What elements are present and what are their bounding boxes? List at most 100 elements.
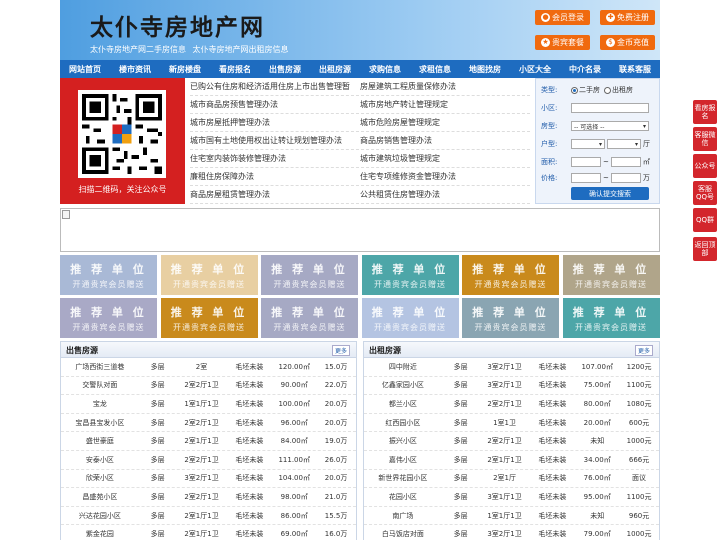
recommend-slot[interactable]: 推 荐 单 位开通贵宾会员赠送 [462,255,559,295]
table-row[interactable]: 四中附近 多层 3室2厅1卫 毛坯未装 107.00㎡ 1200元 [364,358,659,377]
table-row[interactable]: 安泰小区 多层 2室2厅1卫 毛坯未装 111.00㎡ 26.0万 [61,451,356,470]
halls-select[interactable]: ▾ [607,139,641,149]
recommend-slot[interactable]: 推 荐 单 位开通贵宾会员赠送 [361,298,459,338]
policy-link[interactable]: 城市建筑垃圾管理规定 [360,153,530,164]
table-cell[interactable]: 宝昌县宝发小区 [61,418,139,428]
table-cell[interactable]: 振兴小区 [364,436,442,446]
radio-rental[interactable]: 出租房 [604,85,633,95]
table-cell[interactable]: 宝龙 [61,399,139,409]
side-official-account[interactable]: 公众号 [693,154,717,178]
side-service-qq[interactable]: 客服QQ号 [693,181,717,205]
nav-buy-requests[interactable]: 求购信息 [360,64,410,75]
policy-link[interactable]: 城市国有土地使用权出让转让规划管理办法 [190,135,360,146]
table-cell[interactable]: 亿鑫家园小区 [364,380,442,390]
nav-for-sale[interactable]: 出售房源 [260,64,310,75]
nav-news[interactable]: 楼市资讯 [110,64,160,75]
table-row[interactable]: 都兰小区 多层 2室2厅1卫 毛坯未装 80.00㎡ 1080元 [364,395,659,414]
recommend-slot[interactable]: 推 荐 单 位开通贵宾会员赠送 [160,298,258,338]
recommend-slot[interactable]: 推 荐 单 位开通贵宾会员赠送 [261,255,358,295]
table-cell[interactable]: 安泰小区 [61,455,139,465]
policy-link[interactable]: 公共租赁住房管理办法 [360,189,530,200]
table-row[interactable]: 宝龙 多层 1室1厅1卫 毛坯未装 100.00㎡ 20.0万 [61,395,356,414]
side-back-to-top[interactable]: 返回顶部 [693,237,717,261]
table-cell[interactable]: 南广场 [364,511,442,521]
policy-link[interactable]: 商品房屋租赁管理办法 [190,189,360,200]
community-input[interactable] [571,103,649,113]
table-cell[interactable]: 盛世豪庭 [61,436,139,446]
table-row[interactable]: 昌盛苑小区 多层 2室2厅1卫 毛坯未装 98.00㎡ 21.0万 [61,488,356,507]
table-row[interactable]: 南广场 多层 1室1厅1卫 毛坯未装 未知 960元 [364,507,659,526]
rooms-select[interactable]: ▾ [571,139,605,149]
nav-map-search[interactable]: 地图找房 [460,64,510,75]
area-max-input[interactable] [610,157,641,167]
policy-link[interactable]: 住宅室内装饰装修管理办法 [190,153,360,164]
table-cell[interactable]: 兴达花园小区 [61,511,139,521]
table-row[interactable]: 紫金花园 多层 2室1厅1卫 毛坯未装 69.00㎡ 16.0万 [61,525,356,540]
nav-communities[interactable]: 小区大全 [510,64,560,75]
table-row[interactable]: 白马饭店对面 多层 3室2厅1卫 毛坯未装 79.00㎡ 1000元 [364,525,659,540]
table-row[interactable]: 花园小区 多层 3室1厅1卫 毛坯未装 95.00㎡ 1100元 [364,488,659,507]
table-row[interactable]: 新世界花园小区 多层 2室1厅 毛坯未装 76.00㎡ 面议 [364,470,659,489]
side-qq-group[interactable]: QQ群 [693,208,717,232]
table-row[interactable]: 振兴小区 多层 2室2厅1卫 毛坯未装 未知 1000元 [364,432,659,451]
ad-banner[interactable] [60,208,660,252]
nav-home[interactable]: 网站首页 [60,64,110,75]
more-button[interactable]: 更多 [634,345,653,356]
recommend-slot[interactable]: 推 荐 单 位开通贵宾会员赠送 [361,255,459,295]
table-cell[interactable]: 白马饭店对面 [364,529,442,539]
table-row[interactable]: 嘉伟小区 多层 2室1厅1卫 毛坯未装 34.00㎡ 666元 [364,451,659,470]
nav-agencies[interactable]: 中介名录 [560,64,610,75]
policy-link[interactable]: 廉租住房保障办法 [190,171,360,182]
nav-new-homes[interactable]: 新房楼盘 [160,64,210,75]
policy-link[interactable]: 商品房销售管理办法 [360,135,530,146]
side-service-wechat[interactable]: 客服微信 [693,127,717,151]
recommend-slot[interactable]: 推 荐 单 位开通贵宾会员赠送 [60,255,157,295]
recommend-slot[interactable]: 推 荐 单 位开通贵宾会员赠送 [562,298,660,338]
policy-link[interactable]: 住宅专项维修资金管理办法 [360,171,530,182]
recommend-slot[interactable]: 推 荐 单 位开通贵宾会员赠送 [462,298,559,338]
table-cell[interactable]: 嘉伟小区 [364,455,442,465]
radio-secondhand[interactable]: 二手房 [571,85,600,95]
table-row[interactable]: 盛世豪庭 多层 2室1厅1卫 毛坯未装 84.00㎡ 19.0万 [61,432,356,451]
table-cell[interactable]: 都兰小区 [364,399,442,409]
table-cell[interactable]: 红西园小区 [364,418,442,428]
table-cell[interactable]: 花园小区 [364,492,442,502]
housetype-select[interactable]: -- 可选择 -- ▾ [571,121,649,131]
site-title[interactable]: 太仆寺房地产网 [90,8,265,42]
recommend-slot[interactable]: 推 荐 单 位开通贵宾会员赠送 [261,298,358,338]
policy-link[interactable]: 城市房屋抵押管理办法 [190,117,360,128]
table-row[interactable]: 欣荣小区 多层 3室2厅1卫 毛坯未装 104.00㎡ 20.0万 [61,470,356,489]
area-min-input[interactable] [571,157,601,167]
recommend-slot[interactable]: 推 荐 单 位开通贵宾会员赠送 [562,255,660,295]
policy-link[interactable]: 城市房地产转让管理规定 [360,99,530,110]
table-row[interactable]: 兴达花园小区 多层 2室1厅1卫 毛坯未装 86.00㎡ 15.5万 [61,507,356,526]
search-submit-button[interactable]: 确认提交搜索 [571,187,649,200]
price-min-input[interactable] [571,173,601,183]
nav-contact[interactable]: 联系客服 [610,64,660,75]
table-cell[interactable]: 四中附近 [364,362,442,372]
price-max-input[interactable] [610,173,641,183]
table-cell[interactable]: 紫金花园 [61,529,139,539]
table-row[interactable]: 广场西街三道巷 多层 2室 毛坯未装 120.00㎡ 15.0万 [61,358,356,377]
policy-link[interactable]: 城市商品房预售管理办法 [190,99,360,110]
table-cell[interactable]: 广场西街三道巷 [61,362,139,372]
table-row[interactable]: 宝昌县宝发小区 多层 2室2厅1卫 毛坯未装 96.00㎡ 20.0万 [61,414,356,433]
recommend-slot[interactable]: 推 荐 单 位开通贵宾会员赠送 [60,298,157,338]
table-cell[interactable]: 新世界花园小区 [364,473,442,483]
recharge-button[interactable]: $ 金币充值 [600,35,655,50]
side-viewing-signup[interactable]: 看房报名 [693,100,717,124]
register-button[interactable]: ✚ 免费注册 [600,10,655,25]
table-cell[interactable]: 欣荣小区 [61,473,139,483]
table-cell[interactable]: 昌盛苑小区 [61,492,139,502]
more-button[interactable]: 更多 [331,345,350,356]
recommend-slot[interactable]: 推 荐 单 位开通贵宾会员赠送 [160,255,258,295]
table-row[interactable]: 亿鑫家园小区 多层 3室2厅1卫 毛坯未装 75.00㎡ 1100元 [364,377,659,396]
table-cell[interactable]: 交警队对面 [61,380,139,390]
policy-link[interactable]: 已购公有住房和经济适用住房上市出售管理暂 [190,81,360,92]
table-row[interactable]: 红西园小区 多层 1室1卫 毛坯未装 20.00㎡ 600元 [364,414,659,433]
nav-for-rent[interactable]: 出租房源 [310,64,360,75]
nav-rent-requests[interactable]: 求租信息 [410,64,460,75]
policy-link[interactable]: 房屋建筑工程质量保修办法 [360,81,530,92]
policy-link[interactable]: 城市危险房屋管理规定 [360,117,530,128]
table-row[interactable]: 交警队对面 多层 2室2厅1卫 毛坯未装 90.00㎡ 22.0万 [61,377,356,396]
